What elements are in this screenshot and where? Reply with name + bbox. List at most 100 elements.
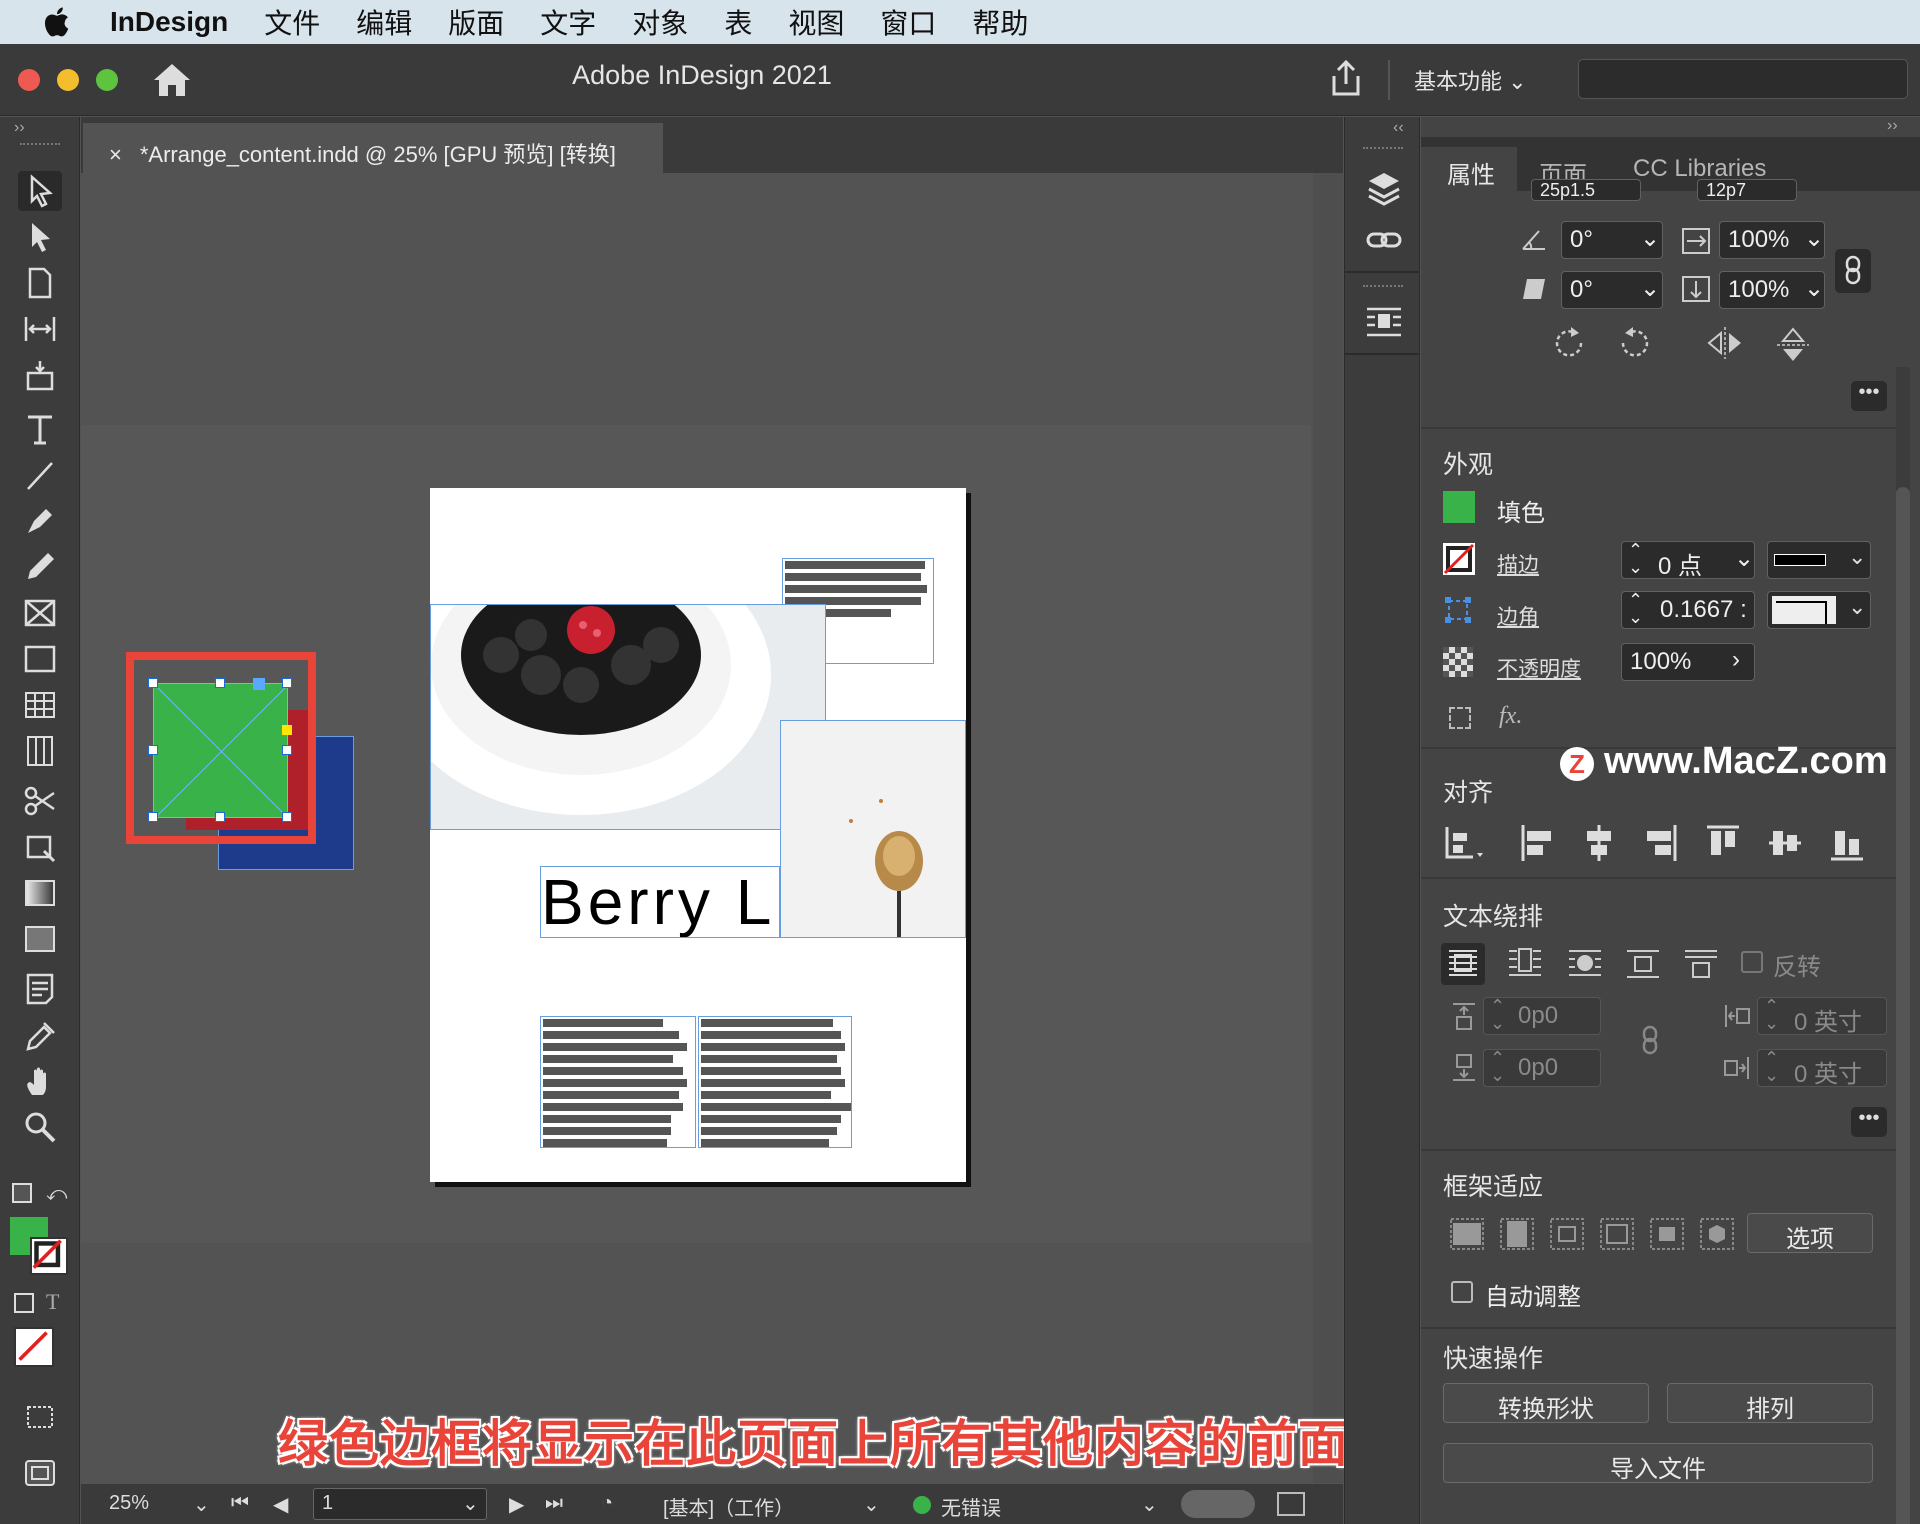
import-file-button[interactable]: 导入文件 xyxy=(1443,1443,1873,1483)
fit-content-proportionally-icon[interactable] xyxy=(1499,1217,1535,1251)
link-offsets-button[interactable] xyxy=(1635,1021,1665,1061)
preflight-status[interactable]: 无错误 xyxy=(941,1492,1001,1521)
fill-frame-proportionally-icon[interactable] xyxy=(1449,1217,1485,1251)
handle-left[interactable] xyxy=(148,745,158,755)
corner-size-field[interactable]: ⌃ ⌄ 0.1667 : xyxy=(1621,591,1755,629)
stepper-icon[interactable]: ⌃ ⌄ xyxy=(1490,1049,1505,1084)
flip-vertical-icon[interactable] xyxy=(1775,325,1811,365)
share-icon[interactable] xyxy=(1328,60,1364,98)
direct-selection-tool-icon[interactable] xyxy=(18,217,62,257)
stroke-weight-field[interactable]: ⌃ ⌄ 0 点 ⌄ xyxy=(1621,541,1755,580)
open-in-window-icon[interactable]: ◔ xyxy=(601,1492,613,1515)
grip-icon[interactable] xyxy=(1363,285,1403,289)
rotate-counterclockwise-icon[interactable] xyxy=(1617,325,1653,361)
handle-bottom[interactable] xyxy=(215,812,225,822)
align-vertical-center-icon[interactable] xyxy=(1767,823,1803,863)
opacity-label[interactable]: 不透明度 xyxy=(1497,653,1581,683)
next-page-icon[interactable]: ▶ xyxy=(509,1492,524,1517)
links-icon[interactable] xyxy=(1365,225,1403,255)
fx-icon[interactable]: fx. xyxy=(1499,703,1522,730)
convert-shape-button[interactable]: 转换形状 xyxy=(1443,1383,1649,1423)
more-options-button[interactable]: ••• xyxy=(1851,381,1887,411)
search-input[interactable] xyxy=(1578,59,1908,99)
menu-type[interactable]: 文字 xyxy=(540,2,596,42)
workspace-switcher[interactable]: 基本功能 ⌄ xyxy=(1414,64,1527,96)
scissors-tool-icon[interactable] xyxy=(18,781,62,821)
handle-bottom-left[interactable] xyxy=(148,812,158,822)
hand-tool-icon[interactable] xyxy=(18,1061,62,1101)
apply-none-icon[interactable] xyxy=(14,1327,54,1367)
stepper-icon[interactable]: ⌃ ⌄ xyxy=(1490,997,1505,1032)
screen-mode-icon[interactable] xyxy=(18,1397,62,1437)
swap-colors-icon[interactable]: ⤺ xyxy=(46,1183,67,1206)
stepper-icon[interactable]: ⌃ ⌄ xyxy=(1764,997,1779,1032)
menu-table[interactable]: 表 xyxy=(724,2,752,42)
document-page[interactable]: Berry L xyxy=(430,488,966,1182)
menu-edit[interactable]: 编辑 xyxy=(356,2,412,42)
gap-tool-icon[interactable] xyxy=(18,309,62,349)
menu-help[interactable]: 帮助 xyxy=(972,2,1028,42)
green-rectangle[interactable] xyxy=(153,683,289,819)
horizontal-scrollbar[interactable] xyxy=(1181,1490,1255,1518)
handle-content-grabber[interactable] xyxy=(253,678,265,690)
collapse-panel-icon[interactable]: ›› xyxy=(1887,117,1898,135)
right-offset-field[interactable]: ⌃ ⌄ 0 英寸 xyxy=(1757,1049,1887,1088)
stepper-icon[interactable]: ⌃ ⌄ xyxy=(1628,541,1643,576)
jump-object-icon[interactable] xyxy=(1621,943,1665,985)
height-field[interactable]: 12p7 xyxy=(1697,179,1797,201)
handle-live-corner[interactable] xyxy=(282,725,292,735)
opacity-field[interactable]: 100% › xyxy=(1621,643,1755,681)
rectangle-tool-icon[interactable] xyxy=(18,639,62,679)
chevron-down-icon[interactable]: ⌄ xyxy=(193,1492,210,1517)
first-page-icon[interactable]: ⏮ xyxy=(231,1492,249,1515)
layers-icon[interactable] xyxy=(1365,169,1403,209)
horizontal-grid-icon[interactable] xyxy=(18,685,62,725)
menu-file[interactable]: 文件 xyxy=(264,2,320,42)
handle-top-right[interactable] xyxy=(282,678,292,688)
line-tool-icon[interactable] xyxy=(18,455,62,495)
menu-layout[interactable]: 版面 xyxy=(448,2,504,42)
fit-frame-to-content-icon[interactable] xyxy=(1549,1217,1585,1251)
free-transform-tool-icon[interactable] xyxy=(18,827,62,867)
collapse-tools-icon[interactable]: ›› xyxy=(14,119,25,137)
frame-fitting-options-button[interactable]: 选项 xyxy=(1747,1213,1873,1253)
pen-tool-icon[interactable] xyxy=(18,501,62,541)
zoom-tool-icon[interactable] xyxy=(18,1107,62,1147)
flip-horizontal-icon[interactable] xyxy=(1705,325,1745,361)
wrap-bounding-box-icon[interactable] xyxy=(1503,943,1547,985)
auto-fit-checkbox[interactable] xyxy=(1451,1281,1473,1303)
grip-icon[interactable] xyxy=(20,143,60,147)
bottom-offset-field[interactable]: ⌃ ⌄ 0p0 xyxy=(1483,1049,1601,1087)
handle-top[interactable] xyxy=(215,678,225,688)
corner-label[interactable]: 边角 xyxy=(1497,601,1539,631)
left-offset-field[interactable]: ⌃ ⌄ 0 英寸 xyxy=(1757,997,1887,1036)
menu-object[interactable]: 对象 xyxy=(632,2,688,42)
align-right-icon[interactable] xyxy=(1643,823,1679,863)
panel-scrollbar[interactable] xyxy=(1896,367,1910,1524)
gradient-feather-tool-icon[interactable] xyxy=(18,919,62,959)
preview-mode-icon[interactable] xyxy=(18,1453,62,1493)
formatting-text-icon[interactable]: T xyxy=(46,1289,59,1315)
last-page-icon[interactable]: ⏭ xyxy=(545,1492,563,1515)
menu-window[interactable]: 窗口 xyxy=(880,2,936,42)
y-position-field[interactable]: 25p1.5 xyxy=(1531,179,1641,201)
scale-x-field[interactable]: 100% ⌄ xyxy=(1719,221,1825,259)
arrange-button[interactable]: 排列 xyxy=(1667,1383,1873,1423)
page-tool-icon[interactable] xyxy=(18,263,62,303)
stroke-label[interactable]: 描边 xyxy=(1497,549,1539,579)
headline-text[interactable]: Berry L xyxy=(540,866,780,938)
formatting-container-icon[interactable] xyxy=(14,1293,34,1313)
app-menu[interactable]: InDesign xyxy=(110,6,228,38)
more-options-button[interactable]: ••• xyxy=(1851,1107,1887,1137)
note-tool-icon[interactable] xyxy=(18,969,62,1009)
selection-tool-icon[interactable] xyxy=(18,171,62,211)
content-aware-fit-icon[interactable] xyxy=(1699,1217,1735,1251)
berries-image[interactable] xyxy=(430,604,826,830)
wrap-object-shape-icon[interactable] xyxy=(1563,943,1607,985)
apple-icon[interactable] xyxy=(40,4,76,40)
handle-top-left[interactable] xyxy=(148,678,158,688)
fill-color-swatch[interactable] xyxy=(1443,491,1475,523)
rectangle-frame-tool-icon[interactable] xyxy=(18,593,62,633)
vertical-scrollbar[interactable] xyxy=(1313,173,1343,1483)
handle-right[interactable] xyxy=(282,745,292,755)
